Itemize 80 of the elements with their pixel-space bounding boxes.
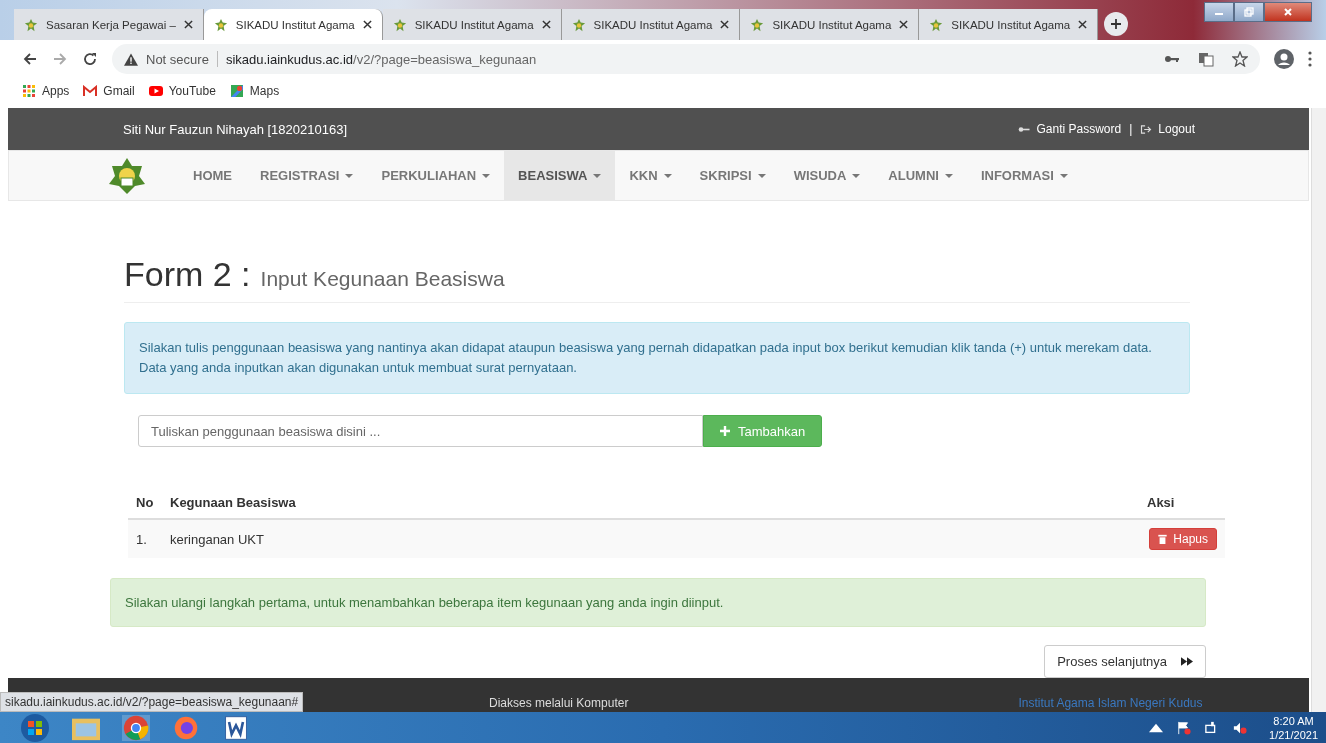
browser-tab[interactable]: SIKADU Institut Agama <box>919 9 1099 40</box>
security-label: Not secure <box>146 51 209 67</box>
delete-button[interactable]: Hapus <box>1149 528 1217 550</box>
emblem-icon <box>24 17 38 32</box>
nav-menu-item[interactable]: BEASISWA <box>504 151 616 200</box>
nav-menu-item[interactable]: HOME <box>179 151 246 200</box>
back-arrow-icon[interactable] <box>22 51 38 67</box>
warning-icon <box>124 52 138 66</box>
close-window-button[interactable] <box>1264 2 1312 22</box>
browser-tab[interactable]: SIKADU Institut Agama <box>740 9 920 40</box>
fast-forward-icon <box>1181 657 1193 666</box>
profile-icon[interactable] <box>1274 49 1294 69</box>
form-title: Form 2 : <box>124 255 251 293</box>
emblem-icon <box>929 17 944 32</box>
restore-icon <box>1244 7 1254 17</box>
separator-text: | <box>1129 122 1133 136</box>
emblem-icon <box>392 17 407 32</box>
change-password-link[interactable]: Ganti Password <box>1018 122 1122 136</box>
next-button[interactable]: Proses selanjutnya <box>1044 645 1206 678</box>
table-cell: 1. <box>128 519 162 558</box>
chrome-browser-icon[interactable] <box>122 714 150 741</box>
status-url: sikadu.iainkudus.ac.id/v2/?page=beasiswa_kegunaan# <box>0 692 304 712</box>
nav-menu-item[interactable]: WISUDA <box>779 151 875 200</box>
close-icon[interactable] <box>720 20 730 29</box>
translate-icon[interactable] <box>1198 51 1214 67</box>
usage-input-field[interactable]: Tuliskan penggunaan beasiswa disini ... <box>138 415 703 447</box>
envelope-icon <box>83 84 98 97</box>
bookmark-link[interactable]: Maps <box>229 83 280 98</box>
start-orb-icon[interactable] <box>20 712 50 743</box>
grid-icon <box>22 84 36 97</box>
sign-out-icon <box>1140 124 1153 134</box>
nav-menu-item[interactable]: SKRIPSI <box>685 151 780 200</box>
new-tab-button[interactable] <box>1104 12 1129 36</box>
clock-time: 8:20 AM <box>1273 713 1314 728</box>
plus-icon <box>1110 18 1123 30</box>
address-bar[interactable]: Not secure sikadu.iainkudus.ac.id/v2/?page=beasiswa_kegunaan <box>112 44 1260 74</box>
clock-date: 1/21/2021 <box>1269 727 1318 742</box>
key-icon <box>1018 124 1031 134</box>
emblem-icon <box>571 17 586 32</box>
emblem-icon <box>750 17 765 32</box>
browser-tab[interactable]: Sasaran Kerja Pegawai – <box>14 9 204 40</box>
nav-menu-item[interactable]: ALUMNI <box>874 151 967 200</box>
url-text: sikadu.iainkudus.ac.id/v2/?page=beasiswa_kegunaan <box>225 51 537 67</box>
browser-tab[interactable]: SIKADU Institut Agama <box>561 9 741 40</box>
close-icon <box>1283 7 1293 17</box>
info-alert: Silakan tulis penggunaan beasiswa yang nantinya akan didapat ataupun beasiswa yang pernah didapatkan pada input box berikut kemudian klik tanda (+) untuk merekam data. Data yang anda inputkan akan digunakan untuk membuat surat pernyataan. <box>124 322 1190 394</box>
close-icon[interactable] <box>183 20 193 29</box>
plus-icon <box>720 426 730 436</box>
close-icon[interactable] <box>1078 20 1088 29</box>
word-document-icon[interactable] <box>222 714 250 741</box>
map-pin-icon <box>229 84 244 97</box>
success-alert: Silakan ulangi langkah pertama, untuk menambahkan beberapa item kegunaan yang anda ingin diinput. <box>110 578 1206 627</box>
emblem-icon <box>213 17 228 32</box>
browser-tab[interactable]: SIKADU Institut Agama <box>382 9 562 40</box>
bookmark-link[interactable]: Apps <box>22 83 70 98</box>
flag-icon[interactable] <box>1177 720 1192 735</box>
bookmark-link[interactable]: YouTube <box>148 83 216 98</box>
trash-icon <box>1158 534 1168 544</box>
logout-link[interactable]: Logout <box>1140 122 1195 136</box>
nav-menu-item[interactable]: REGISTRASI <box>246 151 368 200</box>
muted-speaker-icon[interactable] <box>1233 720 1248 735</box>
play-icon <box>148 84 163 97</box>
table-cell: keringanan UKT <box>162 519 1135 558</box>
close-icon[interactable] <box>362 20 372 29</box>
bookmark-link[interactable]: Gmail <box>83 83 135 98</box>
user-name: Siti Nur Fauzun Nihayah [1820210163] <box>123 121 348 137</box>
restore-button[interactable] <box>1234 2 1264 22</box>
footer-text: Diakses melalui Komputer <box>489 696 629 712</box>
form-subtitle: Input Kegunaan Beasiswa <box>260 267 505 290</box>
nav-menu-item[interactable]: KKN <box>615 151 686 200</box>
nav-menu-item[interactable]: INFORMASI <box>966 151 1082 200</box>
nav-menu-item[interactable]: PERKULIAHAN <box>367 151 505 200</box>
star-icon[interactable] <box>1232 51 1248 67</box>
minimize-button[interactable] <box>1204 2 1234 22</box>
browser-tab[interactable]: SIKADU Institut Agama <box>203 9 383 40</box>
close-icon[interactable] <box>899 20 909 29</box>
scrollbar[interactable] <box>1311 108 1326 712</box>
reload-icon[interactable] <box>82 51 98 67</box>
close-icon[interactable] <box>541 20 551 29</box>
menu-icon[interactable] <box>1308 51 1312 67</box>
